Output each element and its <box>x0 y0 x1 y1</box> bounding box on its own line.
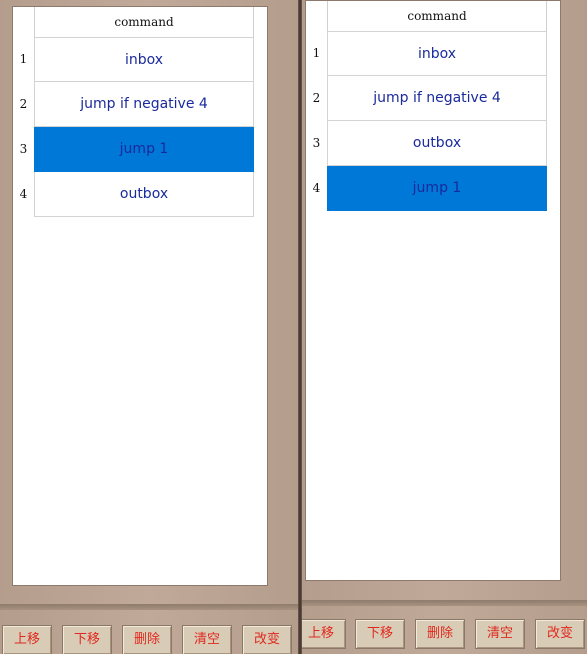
row-number: 1 <box>312 46 321 60</box>
command-cell-selected[interactable]: jump 1 <box>34 127 254 172</box>
command-cell[interactable]: outbox <box>34 172 254 217</box>
right-pane: command 1 inbox 2 jump if negative 4 3 o… <box>302 0 587 654</box>
toolbar-divider <box>302 600 587 606</box>
table-row: 3 jump 1 <box>13 127 255 172</box>
row-number: 2 <box>19 97 28 111</box>
delete-button[interactable]: 删除 <box>122 625 172 654</box>
change-button[interactable]: 改变 <box>242 625 292 654</box>
change-button[interactable]: 改变 <box>535 619 585 649</box>
column-header-command: command <box>34 7 254 37</box>
row-number: 4 <box>312 181 321 195</box>
command-cell[interactable]: inbox <box>327 31 547 76</box>
clear-button[interactable]: 清空 <box>475 619 525 649</box>
command-list-right[interactable]: command 1 inbox 2 jump if negative 4 3 o… <box>305 0 561 581</box>
row-number: 3 <box>312 136 321 150</box>
row-number: 1 <box>19 52 28 66</box>
command-list-left[interactable]: command 1 inbox 2 jump if negative 4 3 j… <box>12 6 268 586</box>
command-cell-selected[interactable]: jump 1 <box>327 166 547 211</box>
table-row: 1 inbox <box>13 37 255 82</box>
command-cell[interactable]: jump if negative 4 <box>34 82 254 127</box>
delete-button[interactable]: 删除 <box>415 619 465 649</box>
command-cell[interactable]: inbox <box>34 37 254 82</box>
command-cell[interactable]: outbox <box>327 121 547 166</box>
table-row: 1 inbox <box>306 31 548 76</box>
move-up-button[interactable]: 上移 <box>2 625 52 654</box>
toolbar-divider <box>0 604 298 610</box>
command-cell[interactable]: jump if negative 4 <box>327 76 547 121</box>
move-up-button[interactable]: 上移 <box>302 619 346 649</box>
clear-button[interactable]: 清空 <box>182 625 232 654</box>
move-down-button[interactable]: 下移 <box>355 619 405 649</box>
table-row: 4 jump 1 <box>306 166 548 211</box>
left-pane: command 1 inbox 2 jump if negative 4 3 j… <box>0 0 298 654</box>
table-row: 4 outbox <box>13 172 255 217</box>
column-header-command: command <box>327 1 547 31</box>
row-number: 3 <box>19 142 28 156</box>
table-row: 3 outbox <box>306 121 548 166</box>
row-number: 4 <box>19 187 28 201</box>
row-number: 2 <box>312 91 321 105</box>
move-down-button[interactable]: 下移 <box>62 625 112 654</box>
table-row: 2 jump if negative 4 <box>306 76 548 121</box>
table-row: 2 jump if negative 4 <box>13 82 255 127</box>
